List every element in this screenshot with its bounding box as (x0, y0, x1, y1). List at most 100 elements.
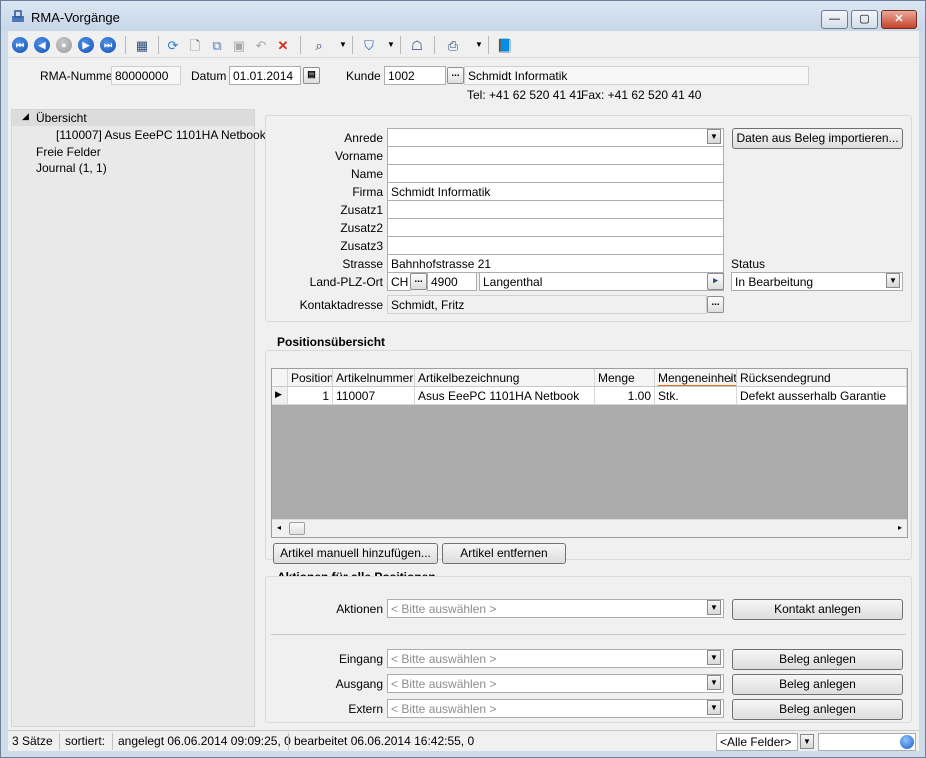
status-combo[interactable]: In Bearbeitung (731, 272, 903, 291)
zusatz3-field[interactable] (387, 236, 724, 255)
search-dropdown-icon[interactable]: ▼ (334, 36, 352, 54)
name-field[interactable] (387, 164, 724, 183)
country-field[interactable]: CH (387, 272, 411, 291)
strasse-field[interactable]: Bahnhofstrasse 21 (387, 254, 724, 273)
eingang-combo[interactable]: < Bitte auswählen > (387, 649, 724, 668)
rma-number-field[interactable]: 80000000 (111, 66, 181, 85)
extern-create-document-button[interactable]: Beleg anlegen (732, 699, 903, 720)
extern-dropdown-icon[interactable]: ▼ (707, 700, 721, 715)
col-mengeneinheit[interactable]: Mengeneinheit / (655, 369, 737, 387)
positions-title: Positionsübersicht (277, 335, 386, 349)
rma-window: RMA-Vorgänge — ▢ ✕ ⏮ ◀ ● ▶ ⏭ ▦ ⟳ 🗋 ⧉ ▣ ↶… (0, 0, 926, 758)
search-icon[interactable]: ⌕ (310, 36, 328, 54)
undo-icon[interactable]: ↶ (252, 36, 270, 54)
ausgang-create-document-button[interactable]: Beleg anlegen (732, 674, 903, 695)
anrede-label: Anrede (344, 131, 383, 145)
filter-field-dropdown-icon[interactable]: ▼ (800, 734, 814, 749)
anrede-dropdown-icon[interactable]: ▼ (707, 129, 721, 144)
tree-collapse-icon[interactable]: ◢ (22, 111, 29, 122)
table-view-icon[interactable]: ▦ (133, 36, 151, 54)
previous-record-icon[interactable]: ◀ (34, 37, 50, 53)
window-title: RMA-Vorgänge (31, 10, 120, 25)
col-position[interactable]: Position (288, 369, 333, 387)
aktionen-dropdown-icon[interactable]: ▼ (707, 600, 721, 615)
extern-combo[interactable]: < Bitte auswählen > (387, 699, 724, 718)
zusatz2-label: Zusatz2 (340, 221, 383, 235)
last-record-icon[interactable]: ⏭ (100, 37, 116, 53)
city-field[interactable]: Langenthal (479, 272, 724, 291)
eingang-dropdown-icon[interactable]: ▼ (707, 650, 721, 665)
next-record-icon[interactable]: ▶ (78, 37, 94, 53)
import-from-document-button[interactable]: Daten aus Beleg importieren... (732, 128, 903, 149)
zusatz2-field[interactable] (387, 218, 724, 237)
stop-icon[interactable]: ● (56, 37, 72, 53)
globe-search-icon[interactable] (900, 735, 914, 749)
kontakt-lookup-button[interactable]: ... (707, 296, 724, 313)
zusatz1-field[interactable] (387, 200, 724, 219)
notebook-icon[interactable]: 📘 (496, 36, 514, 54)
zusatz1-label: Zusatz1 (340, 203, 383, 217)
maximize-button[interactable]: ▢ (851, 10, 878, 29)
row-selector-icon[interactable]: ▶ (272, 387, 288, 405)
anrede-combo[interactable] (387, 128, 724, 147)
aktionen-combo[interactable]: < Bitte auswählen > (387, 599, 724, 618)
col-ruecksendegrund[interactable]: Rücksendegrund (737, 369, 907, 387)
cell-artikelnummer[interactable]: 110007 (333, 387, 415, 405)
aktionen-label: Aktionen (336, 602, 383, 616)
cell-grund[interactable]: Defekt ausserhalb Garantie (737, 387, 907, 405)
col-mengeneinheit-label: Mengeneinheit (658, 371, 737, 386)
rma-number-label: RMA-Nummer (40, 69, 117, 83)
strasse-label: Strasse (342, 257, 383, 271)
document-pointer-icon[interactable]: ☖ (408, 36, 426, 54)
scroll-left-icon[interactable]: ◂ (277, 523, 281, 532)
country-lookup-button[interactable]: ... (410, 273, 427, 290)
sorted-label: sortiert: (65, 734, 106, 748)
copy-icon[interactable]: ⧉ (208, 36, 226, 54)
customer-number-field[interactable]: 1002 (384, 66, 446, 85)
firma-field[interactable]: Schmidt Informatik (387, 182, 724, 201)
first-record-icon[interactable]: ⏮ (12, 37, 28, 53)
zip-field[interactable]: 4900 (427, 272, 477, 291)
cell-menge[interactable]: 1.00 (595, 387, 655, 405)
city-lookup-icon[interactable]: ▸ (707, 273, 724, 290)
scroll-thumb[interactable] (289, 522, 305, 535)
ausgang-combo[interactable]: < Bitte auswählen > (387, 674, 724, 693)
eingang-create-document-button[interactable]: Beleg anlegen (732, 649, 903, 670)
ausgang-dropdown-icon[interactable]: ▼ (707, 675, 721, 690)
land-plz-ort-label: Land-PLZ-Ort (309, 275, 383, 289)
positions-grid: Position Artikelnummer Artikelbezeichnun… (271, 368, 908, 538)
tree-item-overview[interactable]: Übersicht (36, 111, 87, 125)
cell-position[interactable]: 1 (288, 387, 333, 405)
scroll-right-icon[interactable]: ▸ (898, 523, 902, 532)
actions-panel: Aktionen < Bitte auswählen > ▼ Kontakt a… (265, 576, 912, 723)
save-icon[interactable]: ▣ (230, 36, 248, 54)
delete-icon[interactable]: ✕ (274, 36, 292, 54)
print-dropdown-icon[interactable]: ▼ (470, 36, 488, 54)
print-icon[interactable]: ⎙ (444, 36, 462, 54)
customer-fax: Fax: +41 62 520 41 40 (581, 88, 702, 102)
tree-item-position[interactable]: [110007] Asus EeePC 1101HA Netbook (56, 128, 266, 142)
filter-icon[interactable]: ⛉ (360, 36, 378, 54)
col-menge[interactable]: Menge (595, 369, 655, 387)
minimize-button[interactable]: — (821, 10, 848, 29)
tree-item-journal[interactable]: Journal (1, 1) (36, 161, 107, 175)
horizontal-scrollbar[interactable]: ◂ ▸ (272, 519, 907, 537)
add-article-button[interactable]: Artikel manuell hinzufügen... (273, 543, 438, 564)
filter-dropdown-icon[interactable]: ▼ (382, 36, 400, 54)
cell-bezeichnung[interactable]: Asus EeePC 1101HA Netbook (415, 387, 595, 405)
filter-field-combo[interactable]: <Alle Felder> (716, 733, 798, 751)
create-contact-button[interactable]: Kontakt anlegen (732, 599, 903, 620)
vorname-field[interactable] (387, 146, 724, 165)
cell-einheit[interactable]: Stk. (655, 387, 737, 405)
tree-item-free-fields[interactable]: Freie Felder (36, 145, 101, 159)
close-button[interactable]: ✕ (881, 10, 917, 29)
status-dropdown-icon[interactable]: ▼ (886, 273, 900, 288)
remove-article-button[interactable]: Artikel entfernen (442, 543, 566, 564)
date-field[interactable]: 01.01.2014 (229, 66, 301, 85)
refresh-icon[interactable]: ⟳ (164, 36, 182, 54)
col-bezeichnung[interactable]: Artikelbezeichnung (415, 369, 595, 387)
calendar-icon[interactable]: ▤ (303, 67, 320, 84)
new-document-icon[interactable]: 🗋 (186, 36, 204, 54)
col-artikelnummer[interactable]: Artikelnummer (333, 369, 415, 387)
customer-lookup-button[interactable]: ... (447, 67, 464, 84)
